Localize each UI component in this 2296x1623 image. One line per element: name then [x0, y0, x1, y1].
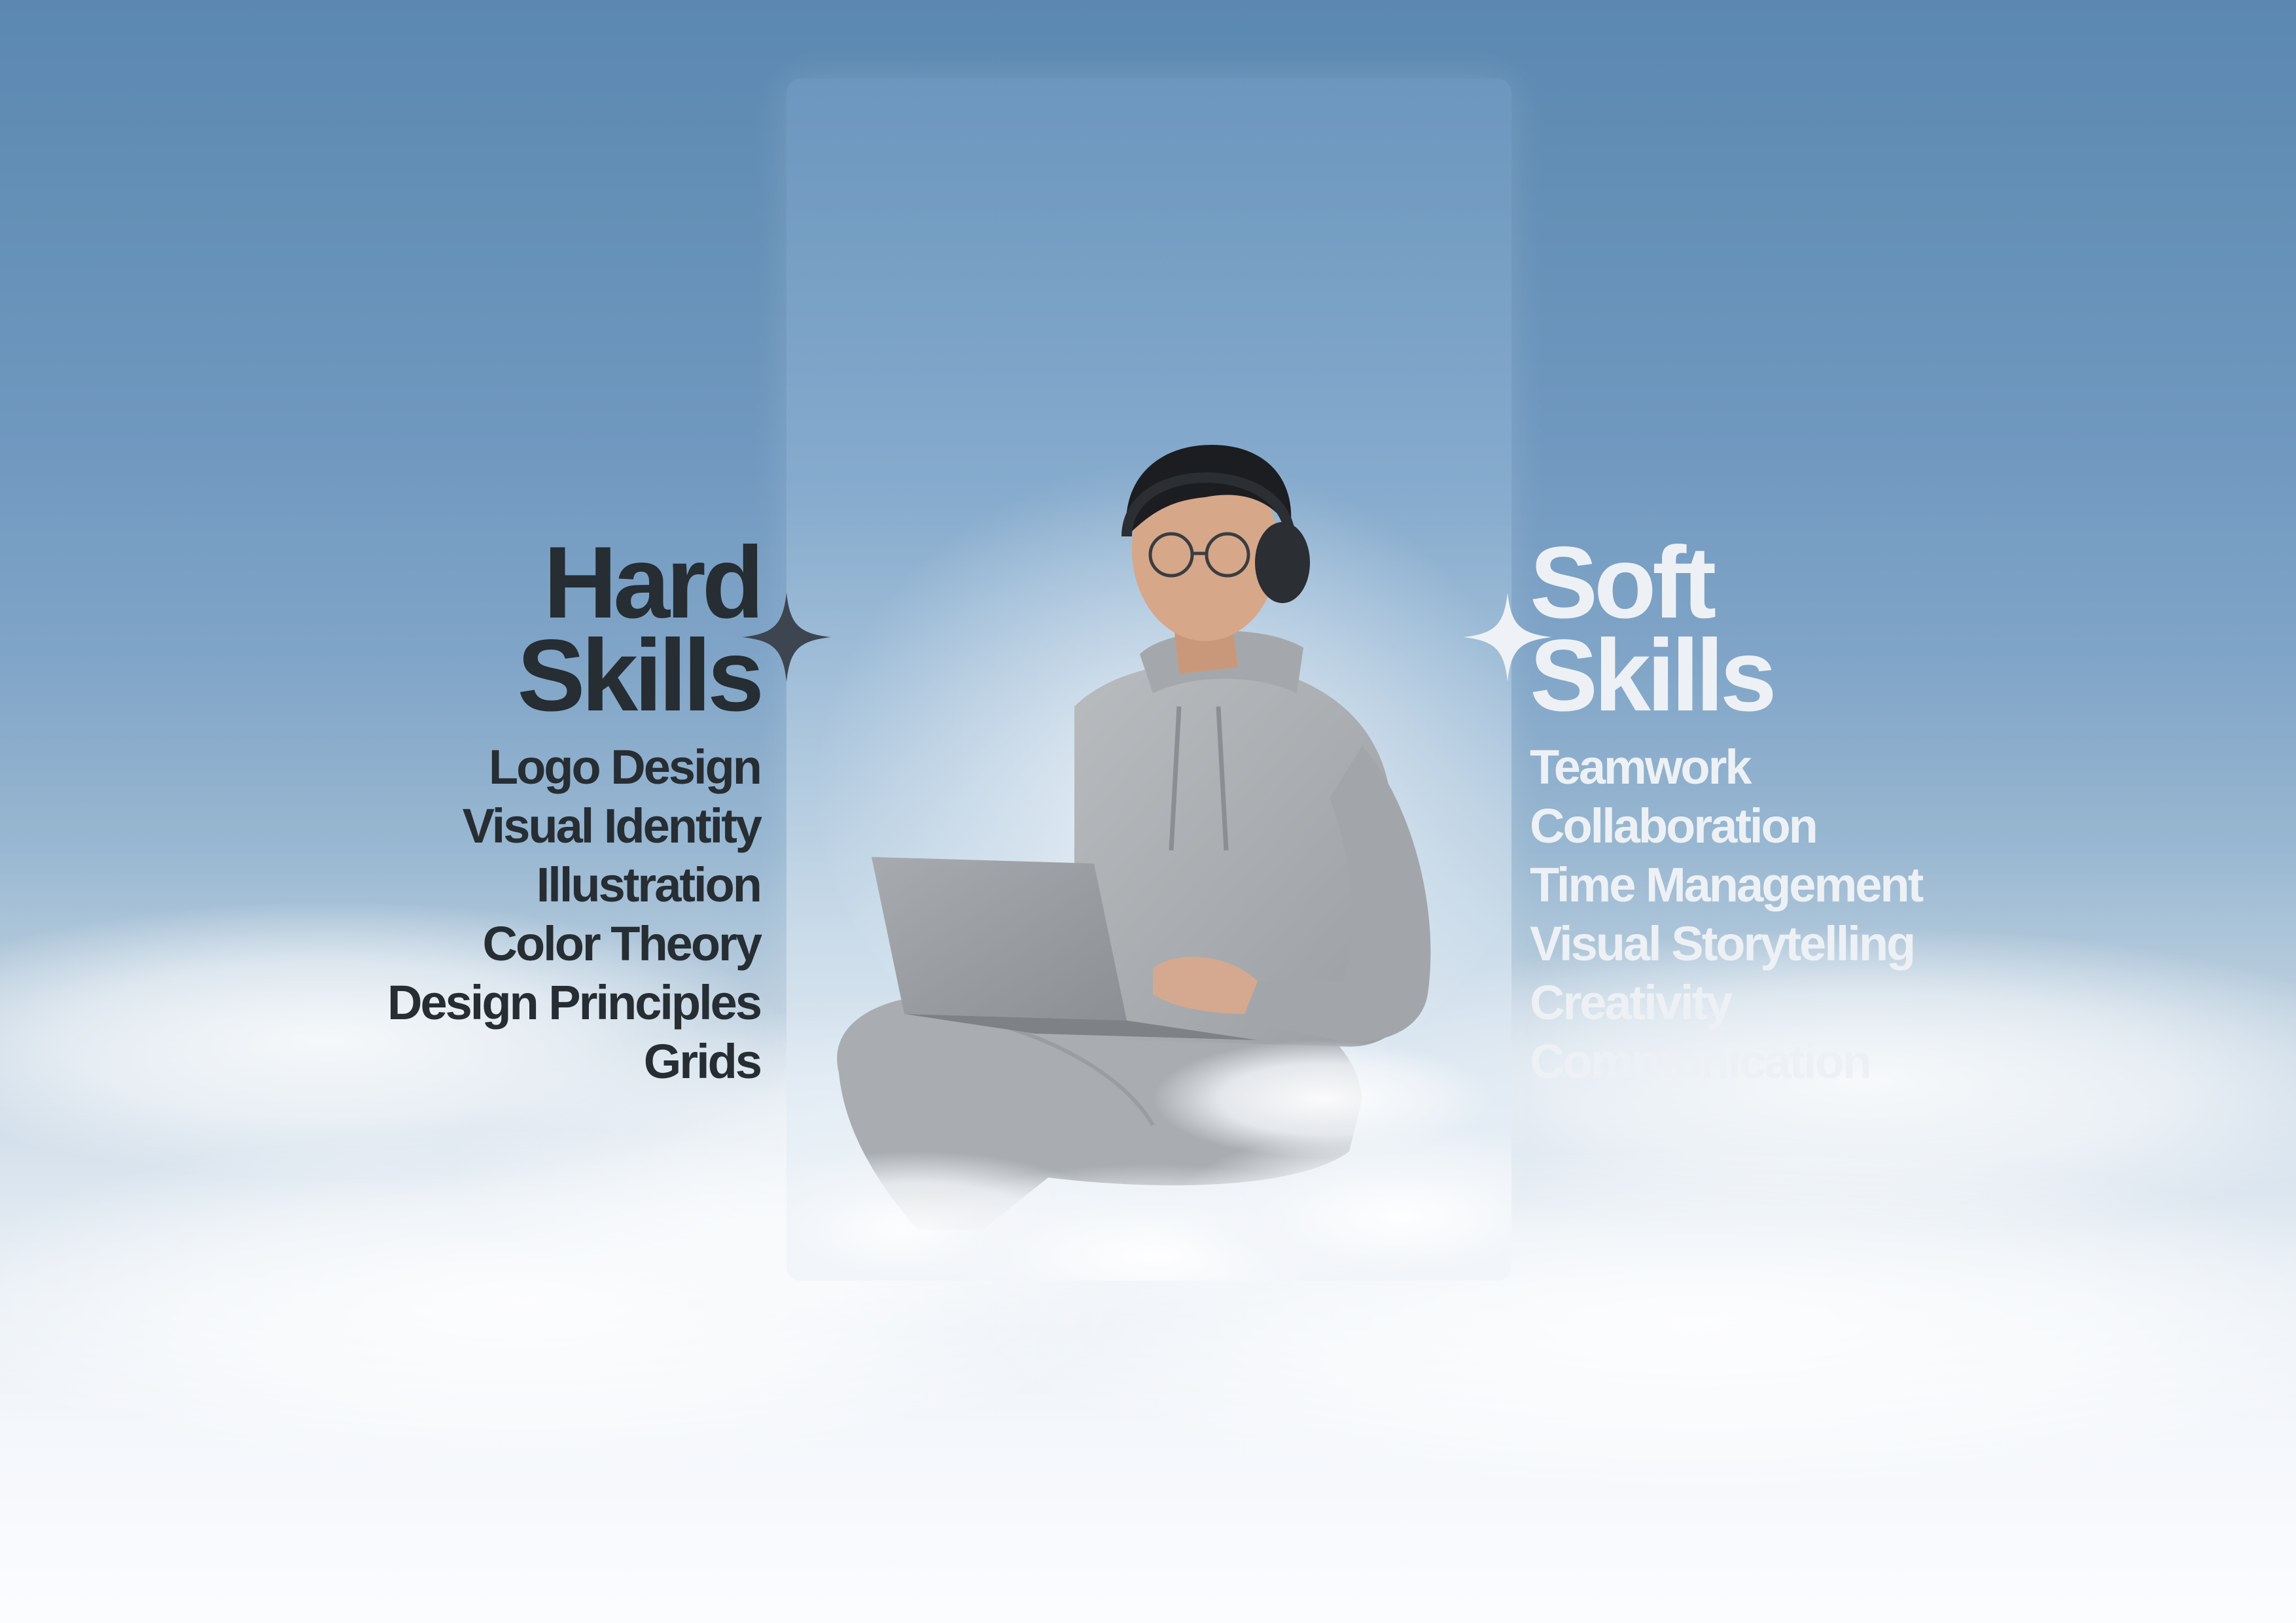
skills-poster: Hard Skills Logo Design Visual Identity …	[0, 0, 2296, 1623]
hard-skills-heading: Hard Skills	[387, 526, 764, 733]
soft-skills-list: Teamwork Collaboration Time Management V…	[1530, 738, 1924, 1091]
list-item: Time Management	[1530, 858, 1924, 912]
soft-skills-title-line2: Skills	[1530, 619, 1777, 733]
soft-skills-heading: Soft Skills	[1530, 526, 1922, 733]
list-item: Teamwork	[1530, 740, 1752, 794]
list-item: Creativity	[1530, 975, 1733, 1030]
soft-skills-title-line1: Soft	[1530, 526, 1716, 640]
list-item: Illustration	[536, 858, 762, 912]
hard-skills-title-line2: Skills	[517, 619, 764, 733]
photo-panel	[786, 79, 1511, 1281]
soft-skills-column: Soft Skills Teamwork Collaboration Time …	[1530, 526, 1924, 1091]
list-item: Communication	[1530, 1034, 1872, 1089]
hard-skills-title-line1: Hard	[543, 526, 764, 640]
list-item: Grids	[643, 1034, 762, 1089]
person-on-cloud-illustration	[786, 425, 1511, 1281]
list-item: Visual Storytelling	[1530, 916, 1916, 971]
list-item: Logo Design	[488, 740, 762, 794]
list-item: Color Theory	[482, 916, 762, 971]
laptop	[872, 857, 1127, 1021]
list-item: Design Principles	[387, 975, 762, 1030]
hard-skills-list: Logo Design Visual Identity Illustration…	[387, 738, 762, 1091]
list-item: Visual Identity	[462, 799, 762, 853]
list-item: Collaboration	[1530, 799, 1818, 853]
hard-skills-column: Hard Skills Logo Design Visual Identity …	[387, 526, 764, 1091]
